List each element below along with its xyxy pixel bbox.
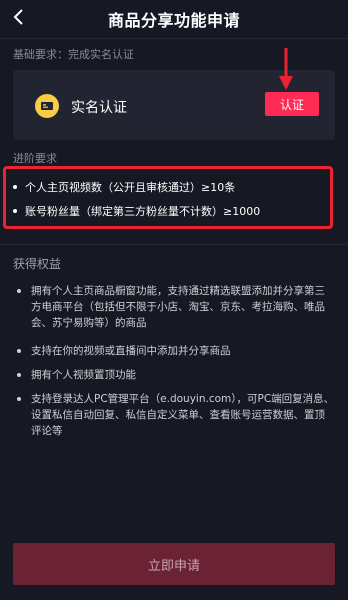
benefit-item: 拥有个人视频置顶功能 <box>17 367 335 383</box>
bullet-icon <box>17 397 21 401</box>
arrow-down-icon <box>279 48 293 90</box>
rights-label: 获得权益 <box>13 257 62 271</box>
highlight-box <box>3 166 333 229</box>
id-card-icon <box>35 94 59 118</box>
bullet-icon <box>17 289 21 293</box>
bullet-icon <box>17 349 21 353</box>
apply-button[interactable]: 立即申请 <box>13 543 335 585</box>
verify-label: 实名认证 <box>71 100 127 116</box>
bullet-icon <box>17 373 21 377</box>
advanced-requirement-label: 进阶要求 <box>13 152 57 165</box>
benefit-item: 拥有个人主页商品橱窗功能，支持通过精选联盟添加并分享第三方电商平台（包括但不限于… <box>17 283 335 331</box>
header: 商品分享功能申请 <box>0 0 348 34</box>
verify-button[interactable]: 认证 <box>265 92 319 116</box>
bullet-icon <box>13 185 17 189</box>
bullet-icon <box>13 209 17 213</box>
benefit-item: 支持登录达人PC管理平台（e.douyin.com），可PC端回复消息、设置私信… <box>17 391 335 439</box>
benefit-item: 支持在你的视频或直播间中添加并分享商品 <box>17 343 335 359</box>
divider <box>0 38 348 39</box>
page-title: 商品分享功能申请 <box>107 11 240 30</box>
divider <box>0 244 348 245</box>
basic-requirement-label: 基础要求：完成实名认证 <box>13 48 134 61</box>
page: 商品分享功能申请 基础要求：完成实名认证 实名认证 认证 进阶要求 个人主页视频… <box>0 0 348 600</box>
